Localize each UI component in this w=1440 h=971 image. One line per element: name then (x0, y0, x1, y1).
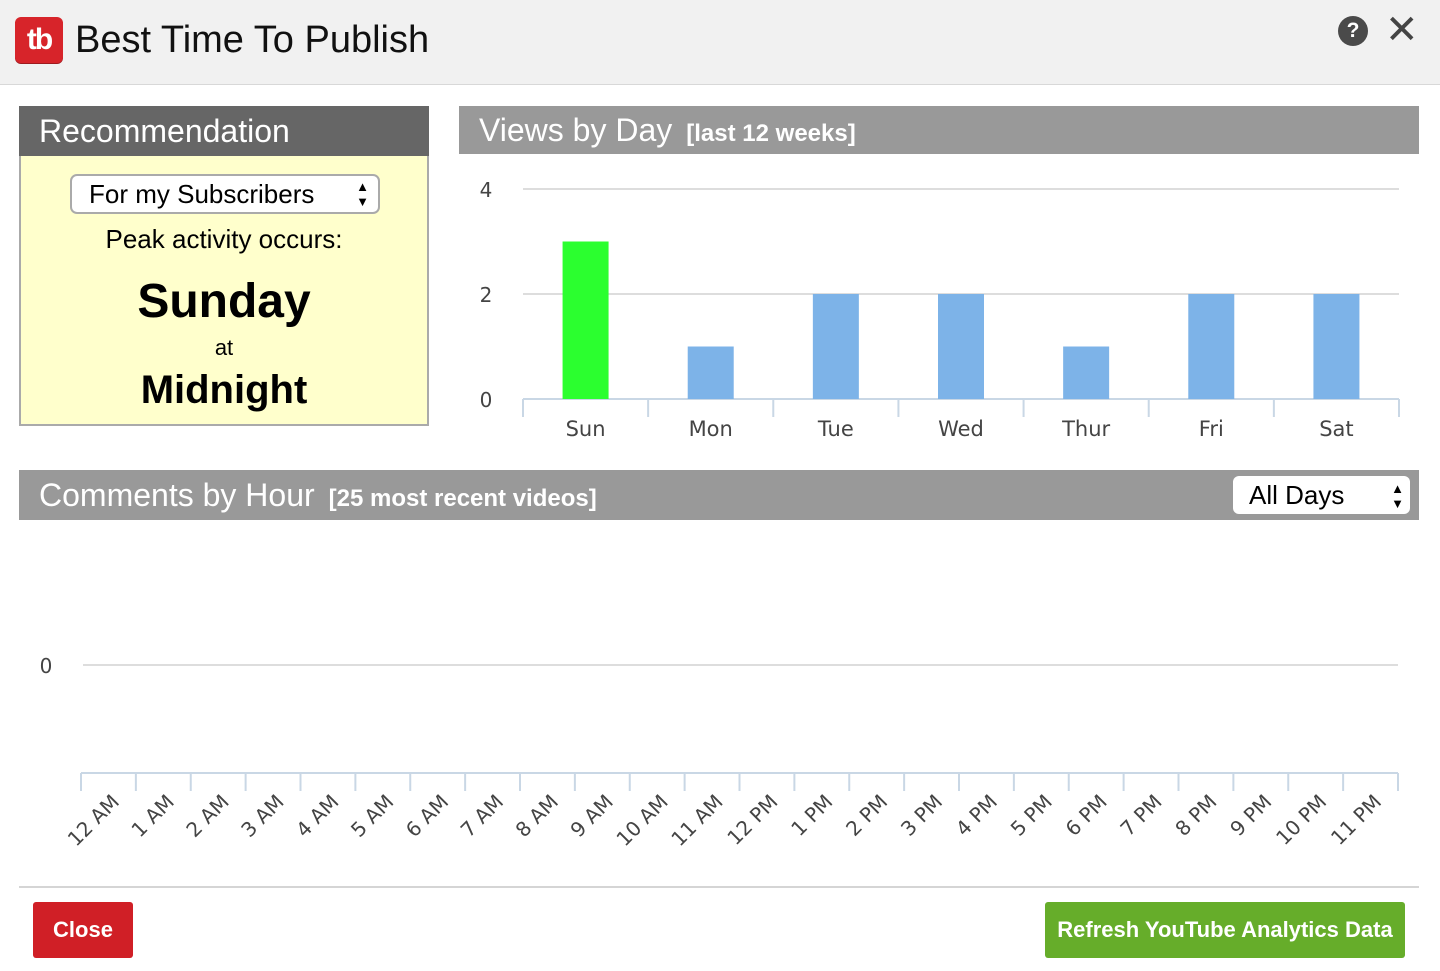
x-tick-label: 8 PM (1170, 790, 1221, 841)
tubebuddy-logo-icon: tb (15, 17, 63, 63)
bar-wed (938, 294, 984, 399)
x-tick-label: 9 AM (566, 790, 618, 842)
x-tick-label: Fri (1199, 417, 1224, 441)
x-tick-label: 6 AM (401, 790, 453, 842)
x-tick-label: 2 AM (181, 790, 233, 842)
recommendation-panel: For my Subscribers ▲ ▼ Peak activity occu… (19, 156, 429, 426)
x-tick-label: Tue (817, 417, 854, 441)
x-tick-label: 3 AM (236, 790, 288, 842)
x-tick-label: Sat (1319, 417, 1353, 441)
x-tick-label: 1 AM (127, 790, 179, 842)
x-tick-label: Sun (566, 417, 606, 441)
comments-by-hour-heading: Comments by Hour [25 most recent videos] (19, 470, 1419, 520)
x-tick-label: 8 AM (511, 790, 563, 842)
x-tick-label: 4 AM (291, 790, 343, 842)
audience-select-value: For my Subscribers (89, 179, 315, 209)
days-filter-select[interactable]: All Days ▲ ▼ (1233, 476, 1410, 514)
y-tick-label: 2 (480, 283, 493, 307)
comments-by-hour-chart: 012 AM 1 AM 2 AM 3 AM 4 AM 5 AM 6 AM 7 AM 8 AM 9 … (40, 654, 1399, 851)
x-tick-label: 9 PM (1225, 790, 1276, 841)
x-tick-label: 7 PM (1115, 790, 1166, 841)
x-tick-label: 1 PM (786, 790, 837, 841)
x-tick-label: 3 PM (896, 790, 947, 841)
refresh-analytics-button[interactable]: Refresh YouTube Analytics Data (1045, 902, 1405, 958)
x-tick-label: Thur (1061, 417, 1110, 441)
footer-divider (19, 886, 1419, 888)
bar-mon (687, 346, 734, 399)
bar-thur (1063, 346, 1110, 399)
help-icon[interactable]: ? (1338, 16, 1368, 46)
audience-select[interactable]: For my Subscribers ▲ ▼ (70, 174, 380, 214)
y-tick-label: 0 (40, 654, 53, 678)
views-title: Views by Day (479, 112, 673, 148)
x-tick-label: 7 AM (456, 790, 508, 842)
y-tick-label: 0 (480, 388, 493, 412)
views-by-day-chart: 0 2 4 Sun Mon Tue Wed Thur Fri Sat (480, 178, 1400, 441)
x-tick-label: 11 PM (1326, 790, 1386, 850)
peak-at-label: at (214, 335, 234, 360)
x-tick-label: Mon (689, 417, 733, 441)
bar-fri (1188, 294, 1235, 399)
dialog-title: Best Time To Publish (75, 19, 430, 61)
x-tick-label: 12 PM (722, 790, 782, 850)
bar-sun (562, 241, 609, 399)
x-tick-label: 2 PM (841, 790, 892, 841)
bar-tue (812, 294, 859, 399)
bar-sat (1313, 294, 1360, 399)
close-button[interactable]: Close (33, 902, 133, 958)
select-arrows-icon: ▲ ▼ (356, 179, 369, 209)
x-tick-label: Wed (938, 417, 984, 441)
x-tick-label: 10 PM (1271, 790, 1331, 850)
x-tick-label: 5 AM (346, 790, 398, 842)
days-filter-value: All Days (1249, 480, 1345, 510)
views-by-day-heading: Views by Day [last 12 weeks] (459, 106, 1419, 154)
x-tick-label: 5 PM (1006, 790, 1057, 841)
views-subtitle: [last 12 weeks] (686, 120, 856, 147)
peak-day: Sunday (137, 275, 311, 328)
select-arrows-icon: ▲ ▼ (1391, 481, 1404, 511)
dialog-header: tb Best Time To Publish ? ✕ (0, 0, 1440, 85)
peak-time: Midnight (140, 368, 308, 412)
x-tick-label: 10 AM (611, 790, 672, 851)
close-icon[interactable]: ✕ (1385, 10, 1419, 50)
recommendation-heading: Recommendation (19, 106, 429, 156)
peak-activity-label: Peak activity occurs: (105, 224, 343, 254)
comments-subtitle: [25 most recent videos] (328, 485, 597, 512)
x-tick-label: 12 AM (63, 790, 124, 851)
comments-title: Comments by Hour (39, 477, 315, 513)
x-tick-label: 6 PM (1061, 790, 1112, 841)
x-tick-label: 11 AM (666, 790, 727, 851)
y-tick-label: 4 (480, 178, 493, 202)
x-tick-label: 4 PM (951, 790, 1002, 841)
